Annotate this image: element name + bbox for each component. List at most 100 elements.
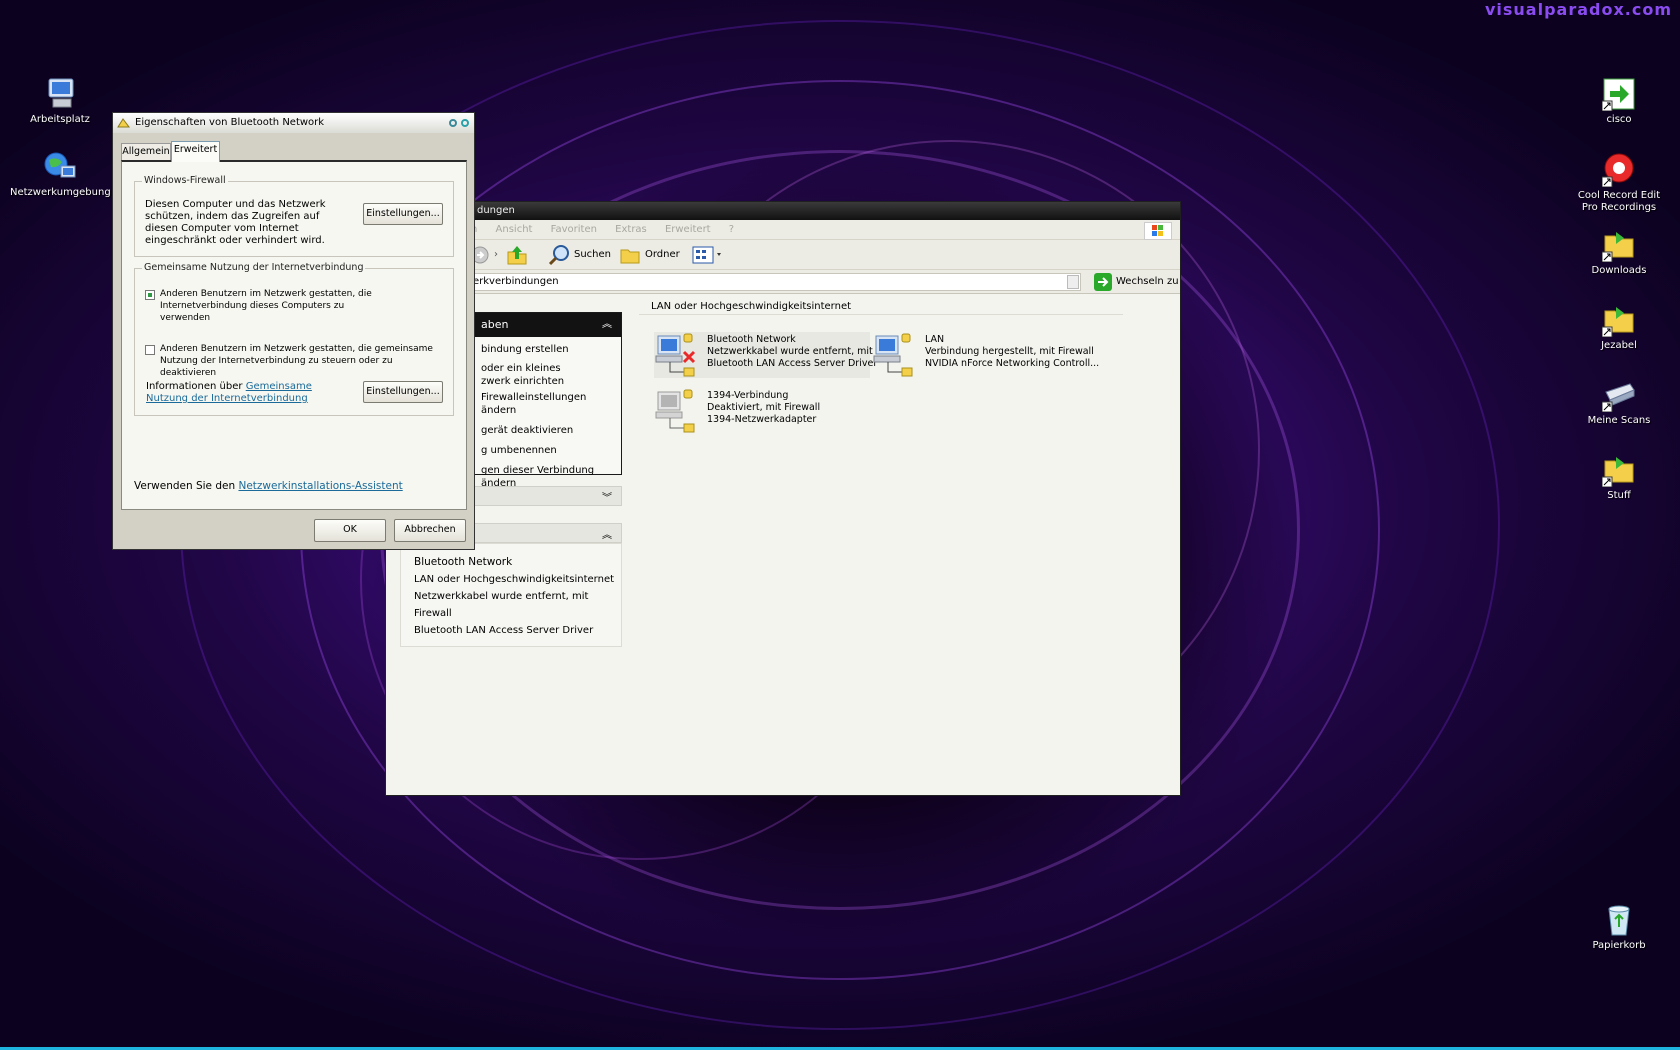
network-connection-disabled-icon [654, 388, 698, 434]
connection-bluetooth-network[interactable]: Bluetooth Network Netzwerkkabel wurde en… [654, 332, 885, 378]
desktop-icon-stuff[interactable]: Stuff [1569, 453, 1669, 502]
ics-settings-button[interactable]: Einstellungen... [363, 381, 443, 403]
expand-chevron-icon[interactable]: ︾ [602, 489, 612, 504]
views-button[interactable] [691, 245, 727, 265]
folder-shortcut-icon [1601, 303, 1636, 338]
desktop-icon-downloads[interactable]: Downloads [1569, 228, 1669, 277]
window-title: dungen [386, 202, 1180, 220]
desktop-icon-papierkorb[interactable]: Papierkorb [1569, 903, 1669, 952]
desktop-icon-label: Cool Record Edit Pro Recordings [1577, 190, 1661, 213]
dialog-title-bar[interactable]: Eigenschaften von Bluetooth Network [113, 113, 474, 133]
folders-icon [620, 249, 640, 264]
search-button[interactable]: Suchen [548, 244, 611, 266]
collapse-chevron-icon[interactable]: ︽ [602, 313, 612, 337]
folder-shortcut-icon [1601, 453, 1636, 488]
allow-ics-checkbox[interactable] [145, 290, 155, 300]
collapse-chevron-icon[interactable]: ︽ [602, 526, 612, 541]
search-icon [548, 245, 569, 266]
desktop-icon-label: Netzwerkumgebung [10, 187, 111, 198]
tab-erweitert[interactable]: Erweitert [171, 141, 220, 162]
wallpaper-watermark: visualparadox.com [1484, 0, 1672, 19]
connection-text: Bluetooth Network Netzwerkkabel wurde en… [707, 334, 885, 370]
desktop-icon-label: Papierkorb [1592, 940, 1646, 951]
connection-name: LAN [925, 334, 945, 345]
menu-item-favoriten[interactable]: Favoriten [551, 224, 597, 235]
computer-icon [43, 77, 77, 111]
recycle-bin-icon [1602, 903, 1636, 937]
connection-lan[interactable]: LAN Verbindung hergestellt, mit Firewall… [872, 332, 1102, 378]
group-header: LAN oder Hochgeschwindigkeitsinternet [639, 300, 1123, 315]
desktop-icon-label: Stuff [1607, 490, 1631, 501]
ics-group: Gemeinsame Nutzung der Internetverbindun… [134, 262, 454, 416]
allow-ics-control-checkbox[interactable] [145, 345, 155, 355]
desktop-icon-arbeitsplatz[interactable]: Arbeitsplatz [10, 77, 110, 126]
desktop-icon-cisco[interactable]: cisco [1569, 77, 1669, 126]
network-wizard-link[interactable]: Netzwerkinstallations-Assistent [238, 480, 402, 492]
desktop-icon-meine-scans[interactable]: Meine Scans [1569, 378, 1669, 427]
connection-text: LAN Verbindung hergestellt, mit Firewall… [925, 334, 1099, 370]
connection-text: 1394-Verbindung Deaktiviert, mit Firewal… [707, 390, 820, 426]
up-folder-button[interactable] [506, 244, 528, 266]
record-icon [1601, 153, 1636, 188]
connection-name: Bluetooth Network [707, 334, 796, 345]
address-bar: erkverbindungen Wechseln zu [386, 270, 1180, 294]
go-arrow-icon [1094, 273, 1112, 291]
network-connection-disconnected-icon [654, 332, 698, 378]
shortcut-arrow-icon [1601, 77, 1636, 112]
help-button[interactable] [449, 119, 457, 127]
folders-button[interactable]: Ordner [619, 244, 680, 266]
connection-1394[interactable]: 1394-Verbindung Deaktiviert, mit Firewal… [654, 388, 870, 434]
menu-item-ansicht[interactable]: Ansicht [496, 224, 533, 235]
address-value: erkverbindungen [473, 276, 559, 287]
connection-status: Netzwerkkabel wurde entfernt, mit ... [707, 346, 885, 357]
toolbar: › Suchen Ordner [386, 240, 1180, 270]
go-button[interactable]: Wechseln zu [1094, 273, 1179, 291]
connection-device: Bluetooth LAN Access Server Driver [707, 358, 878, 369]
folders-button-label: Ordner [645, 249, 680, 260]
ok-button[interactable]: OK [314, 519, 386, 542]
network-connection-icon [872, 332, 916, 378]
details-status: Netzwerkkabel wurde entfernt, mit Firewa… [414, 591, 589, 619]
address-input[interactable]: erkverbindungen [466, 273, 1081, 291]
allow-ics-control-label: Anderen Benutzern im Netzwerk gestatten,… [160, 344, 433, 378]
details-panel: Bluetooth Network LAN oder Hochgeschwind… [400, 543, 622, 647]
dialog-title: Eigenschaften von Bluetooth Network [135, 117, 325, 128]
close-button[interactable] [461, 119, 469, 127]
dropdown-arrow-icon[interactable]: › [494, 249, 498, 260]
ics-info-prefix: Informationen über [146, 381, 243, 392]
network-places-icon [43, 150, 77, 184]
bluetooth-properties-dialog[interactable]: Eigenschaften von Bluetooth Network Allg… [112, 112, 475, 550]
desktop-icon-netzwerkumgebung[interactable]: Netzwerkumgebung [10, 150, 111, 199]
desktop-icon-label: Downloads [1591, 265, 1647, 276]
firewall-group: Windows-Firewall Diesen Computer und das… [134, 175, 454, 257]
network-connections-window[interactable]: dungen n Ansicht Favoriten Extras Erweit… [385, 201, 1181, 796]
firewall-description: Diesen Computer und das Netzwerk schütze… [145, 199, 326, 246]
desktop-icon-label: cisco [1606, 114, 1632, 125]
connection-status: Deaktiviert, mit Firewall [707, 402, 821, 413]
connection-name: 1394-Verbindung [707, 390, 789, 401]
connection-device: 1394-Netzwerkadapter [707, 414, 817, 425]
up-folder-icon [507, 246, 527, 265]
scanner-icon [1601, 378, 1636, 413]
views-icon [692, 246, 721, 264]
menu-item-help[interactable]: ? [729, 224, 734, 235]
network-connection-icon [117, 117, 130, 129]
desktop-icon-jezabel[interactable]: Jezabel [1569, 303, 1669, 352]
windows-logo-icon [1144, 222, 1172, 240]
tab-panel-erweitert: Windows-Firewall Diesen Computer und das… [121, 160, 467, 510]
tab-allgemein[interactable]: Allgemein [121, 143, 171, 161]
ics-group-legend: Gemeinsame Nutzung der Internetverbindun… [142, 262, 366, 273]
cancel-button[interactable]: Abbrechen [394, 519, 466, 542]
menu-item-erweitert[interactable]: Erweitert [665, 224, 711, 235]
details-type: LAN oder Hochgeschwindigkeitsinternet [414, 574, 615, 585]
desktop-icon-label: Arbeitsplatz [30, 114, 90, 125]
menu-item-extras[interactable]: Extras [615, 224, 647, 235]
firewall-settings-button[interactable]: Einstellungen... [363, 203, 443, 225]
connection-device: NVIDIA nForce Networking Controll... [925, 358, 1100, 369]
allow-ics-label: Anderen Benutzern im Netzwerk gestatten,… [160, 289, 372, 323]
menu-bar: n Ansicht Favoriten Extras Erweitert ? [386, 220, 1180, 240]
details-name: Bluetooth Network [414, 556, 513, 568]
network-tasks-title: aben [481, 318, 509, 331]
desktop-icon-cool-record[interactable]: Cool Record Edit Pro Recordings [1569, 153, 1669, 214]
address-dropdown-button[interactable] [1067, 275, 1079, 289]
